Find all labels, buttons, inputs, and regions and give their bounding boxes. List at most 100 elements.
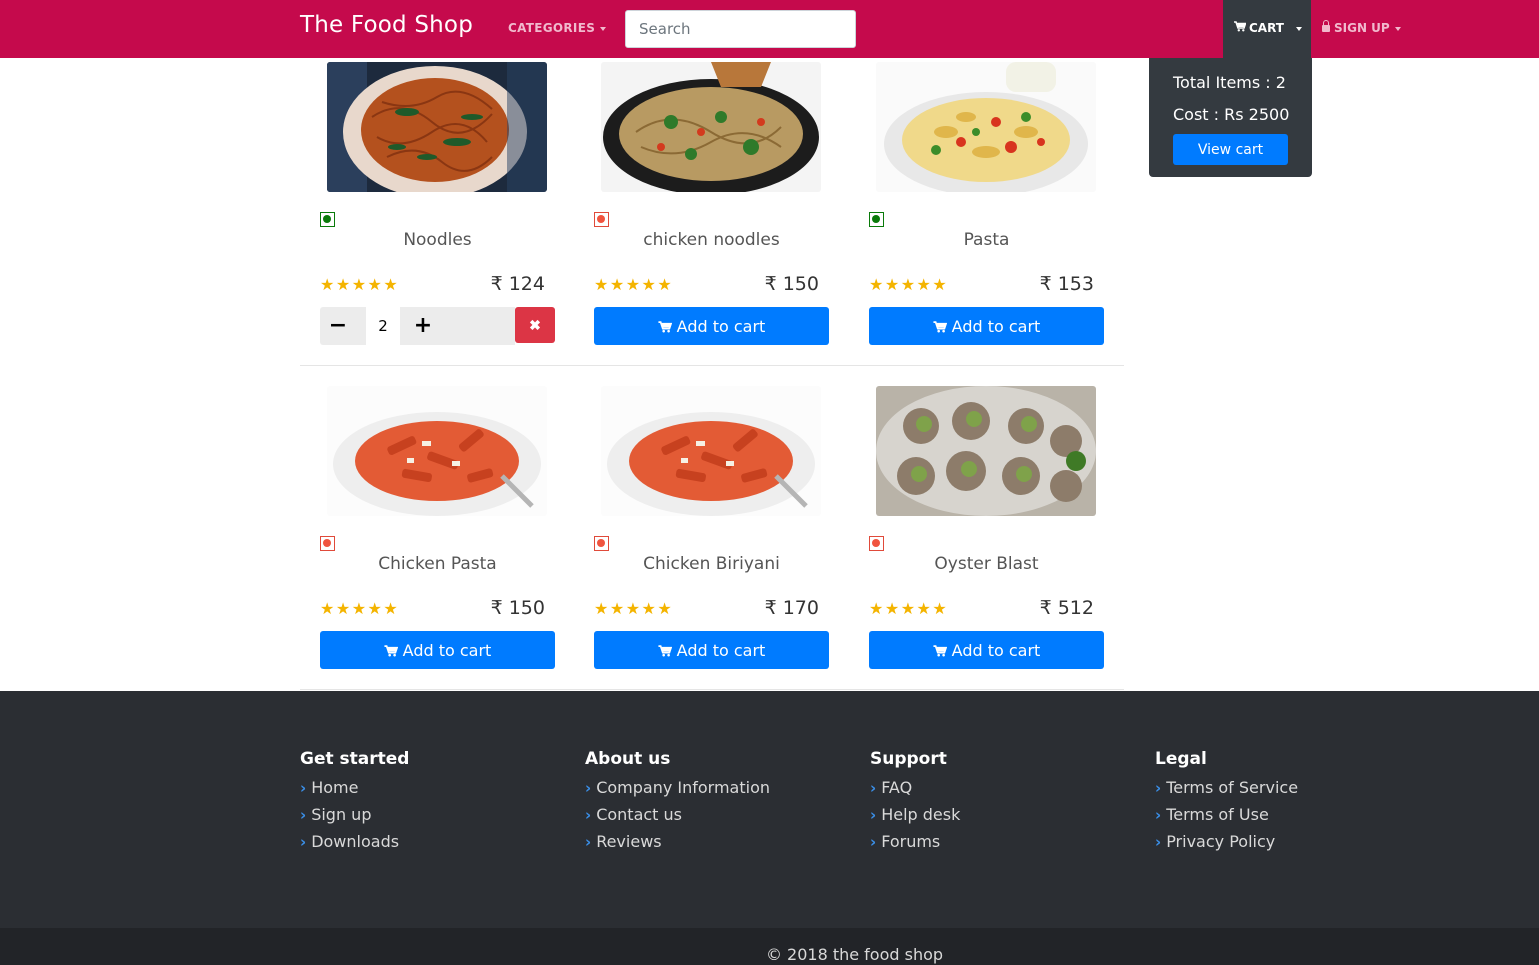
footer-link-label: Sign up — [311, 805, 372, 824]
footer-link-home[interactable]: › Home — [300, 778, 409, 805]
add-to-cart-button[interactable]: Add to cart — [594, 631, 829, 669]
add-to-cart-button[interactable]: Add to cart — [869, 631, 1104, 669]
chevron-right-icon: › — [1155, 779, 1162, 797]
chevron-right-icon: › — [300, 833, 307, 851]
product-price: ₹ 153 — [1039, 273, 1094, 295]
footer: Get started › Home › Sign up › Downloads Ab… — [0, 691, 1539, 928]
footer-link-label: Privacy Policy — [1166, 832, 1276, 851]
add-to-cart-button[interactable]: Add to cart — [869, 307, 1104, 345]
caret-down-icon — [600, 26, 607, 31]
footer-link-sign-up[interactable]: › Sign up — [300, 805, 409, 832]
footer-link-help-desk[interactable]: › Help desk — [870, 805, 960, 832]
product-card: Chicken Pasta ★★★★★ ₹ 150 Add to cart — [320, 386, 555, 686]
footer-link-label: Terms of Service — [1166, 778, 1299, 797]
product-price: ₹ 124 — [490, 273, 545, 295]
lock-icon — [1322, 20, 1330, 32]
product-name: Oyster Blast — [934, 554, 1039, 574]
cart-label: CART — [1249, 21, 1284, 35]
footer-column-get-started: Get started › Home › Sign up › Downloads — [300, 749, 409, 859]
add-to-cart-label: Add to cart — [951, 640, 1041, 660]
chevron-right-icon: › — [585, 833, 592, 851]
product-image-pasta-salad[interactable] — [876, 62, 1096, 192]
rating-stars: ★★★★★ — [594, 599, 674, 618]
footer-link-label: Forums — [881, 832, 941, 851]
add-to-cart-label: Add to cart — [951, 316, 1041, 336]
shopping-cart-icon — [933, 644, 947, 660]
increment-button[interactable]: + — [405, 307, 441, 345]
chevron-right-icon: › — [870, 806, 877, 824]
cart-cost: Cost : Rs 2500 — [1173, 105, 1290, 124]
product-price: ₹ 150 — [764, 273, 819, 295]
product-name: Chicken Pasta — [378, 554, 497, 574]
chevron-right-icon: › — [300, 779, 307, 797]
row-divider — [300, 365, 1124, 366]
search-input[interactable] — [625, 10, 856, 48]
remove-from-cart-button[interactable]: ✖ — [515, 307, 555, 343]
product-name: Pasta — [963, 230, 1010, 250]
add-to-cart-label: Add to cart — [402, 640, 492, 660]
chevron-right-icon: › — [300, 806, 307, 824]
footer-link-label: Reviews — [596, 832, 662, 851]
categories-dropdown[interactable]: CATEGORIES — [508, 21, 607, 35]
footer-link-label: Contact us — [596, 805, 682, 824]
copyright-bar: © 2018 the food shop — [0, 928, 1539, 965]
chevron-right-icon: › — [585, 806, 592, 824]
chevron-right-icon: › — [870, 779, 877, 797]
footer-link-faq[interactable]: › FAQ — [870, 778, 960, 805]
cart-total-items: Total Items : 2 — [1173, 73, 1286, 92]
product-price: ₹ 512 — [1039, 597, 1094, 619]
product-image-noodles[interactable] — [327, 62, 547, 192]
footer-link-contact-us[interactable]: › Contact us — [585, 805, 770, 832]
signup-dropdown[interactable]: SIGN UP — [1322, 20, 1401, 35]
view-cart-button[interactable]: View cart — [1173, 134, 1288, 165]
shopping-cart-icon — [384, 644, 398, 660]
add-to-cart-button[interactable]: Add to cart — [594, 307, 829, 345]
footer-link-forums[interactable]: › Forums — [870, 832, 960, 859]
brand-logo[interactable]: The Food Shop — [300, 12, 473, 38]
footer-link-reviews[interactable]: › Reviews — [585, 832, 770, 859]
non-veg-indicator-icon — [594, 212, 609, 227]
shopping-cart-icon — [658, 644, 672, 660]
navbar: The Food Shop CATEGORIES CART SIGN UP — [0, 0, 1539, 58]
shopping-cart-icon — [1234, 21, 1247, 35]
row-divider — [300, 689, 1124, 690]
shopping-cart-icon — [933, 320, 947, 336]
footer-link-terms-of-service[interactable]: › Terms of Service — [1155, 778, 1298, 805]
product-image-chicken-noodles[interactable] — [601, 62, 821, 192]
rating-stars: ★★★★★ — [594, 275, 674, 294]
caret-down-icon — [1296, 27, 1302, 31]
chevron-right-icon: › — [1155, 806, 1162, 824]
footer-heading: Legal — [1155, 749, 1207, 769]
footer-link-terms-of-use[interactable]: › Terms of Use — [1155, 805, 1298, 832]
veg-indicator-icon — [320, 212, 335, 227]
cart-dropdown-toggle[interactable]: CART — [1223, 0, 1311, 58]
add-to-cart-label: Add to cart — [676, 640, 766, 660]
chevron-right-icon: › — [870, 833, 877, 851]
cart-dropdown-menu: Total Items : 2 Cost : Rs 2500 View cart — [1149, 58, 1312, 177]
footer-link-company-information[interactable]: › Company Information — [585, 778, 770, 805]
product-image-penne-arrabbiata[interactable] — [327, 386, 547, 516]
footer-column-legal: Legal › Terms of Service › Terms of Use › P… — [1155, 749, 1298, 859]
rating-stars: ★★★★★ — [320, 599, 400, 618]
product-image-penne-arrabbiata[interactable] — [601, 386, 821, 516]
footer-link-label: Help desk — [881, 805, 961, 824]
footer-column-about-us: About us › Company Information › Contact u… — [585, 749, 770, 859]
veg-indicator-icon — [869, 212, 884, 227]
rating-stars: ★★★★★ — [869, 275, 949, 294]
footer-link-label: FAQ — [881, 778, 913, 797]
product-card: Pasta ★★★★★ ₹ 153 Add to cart — [869, 62, 1104, 362]
footer-link-downloads[interactable]: › Downloads — [300, 832, 409, 859]
product-card: Oyster Blast ★★★★★ ₹ 512 Add to cart — [869, 386, 1104, 686]
footer-link-label: Home — [311, 778, 359, 797]
quantity-stepper: − + ✖ — [320, 307, 555, 345]
signup-label: SIGN UP — [1334, 21, 1390, 35]
caret-down-icon — [1394, 26, 1401, 31]
footer-link-privacy-policy[interactable]: › Privacy Policy — [1155, 832, 1298, 859]
add-to-cart-button[interactable]: Add to cart — [320, 631, 555, 669]
product-card: Noodles ★★★★★ ₹ 124 − + ✖ — [320, 62, 555, 362]
rating-stars: ★★★★★ — [320, 275, 400, 294]
product-image-escargot[interactable] — [876, 386, 1096, 516]
quantity-input[interactable] — [366, 307, 400, 345]
product-name: chicken noodles — [643, 230, 780, 250]
decrement-button[interactable]: − — [320, 307, 356, 345]
